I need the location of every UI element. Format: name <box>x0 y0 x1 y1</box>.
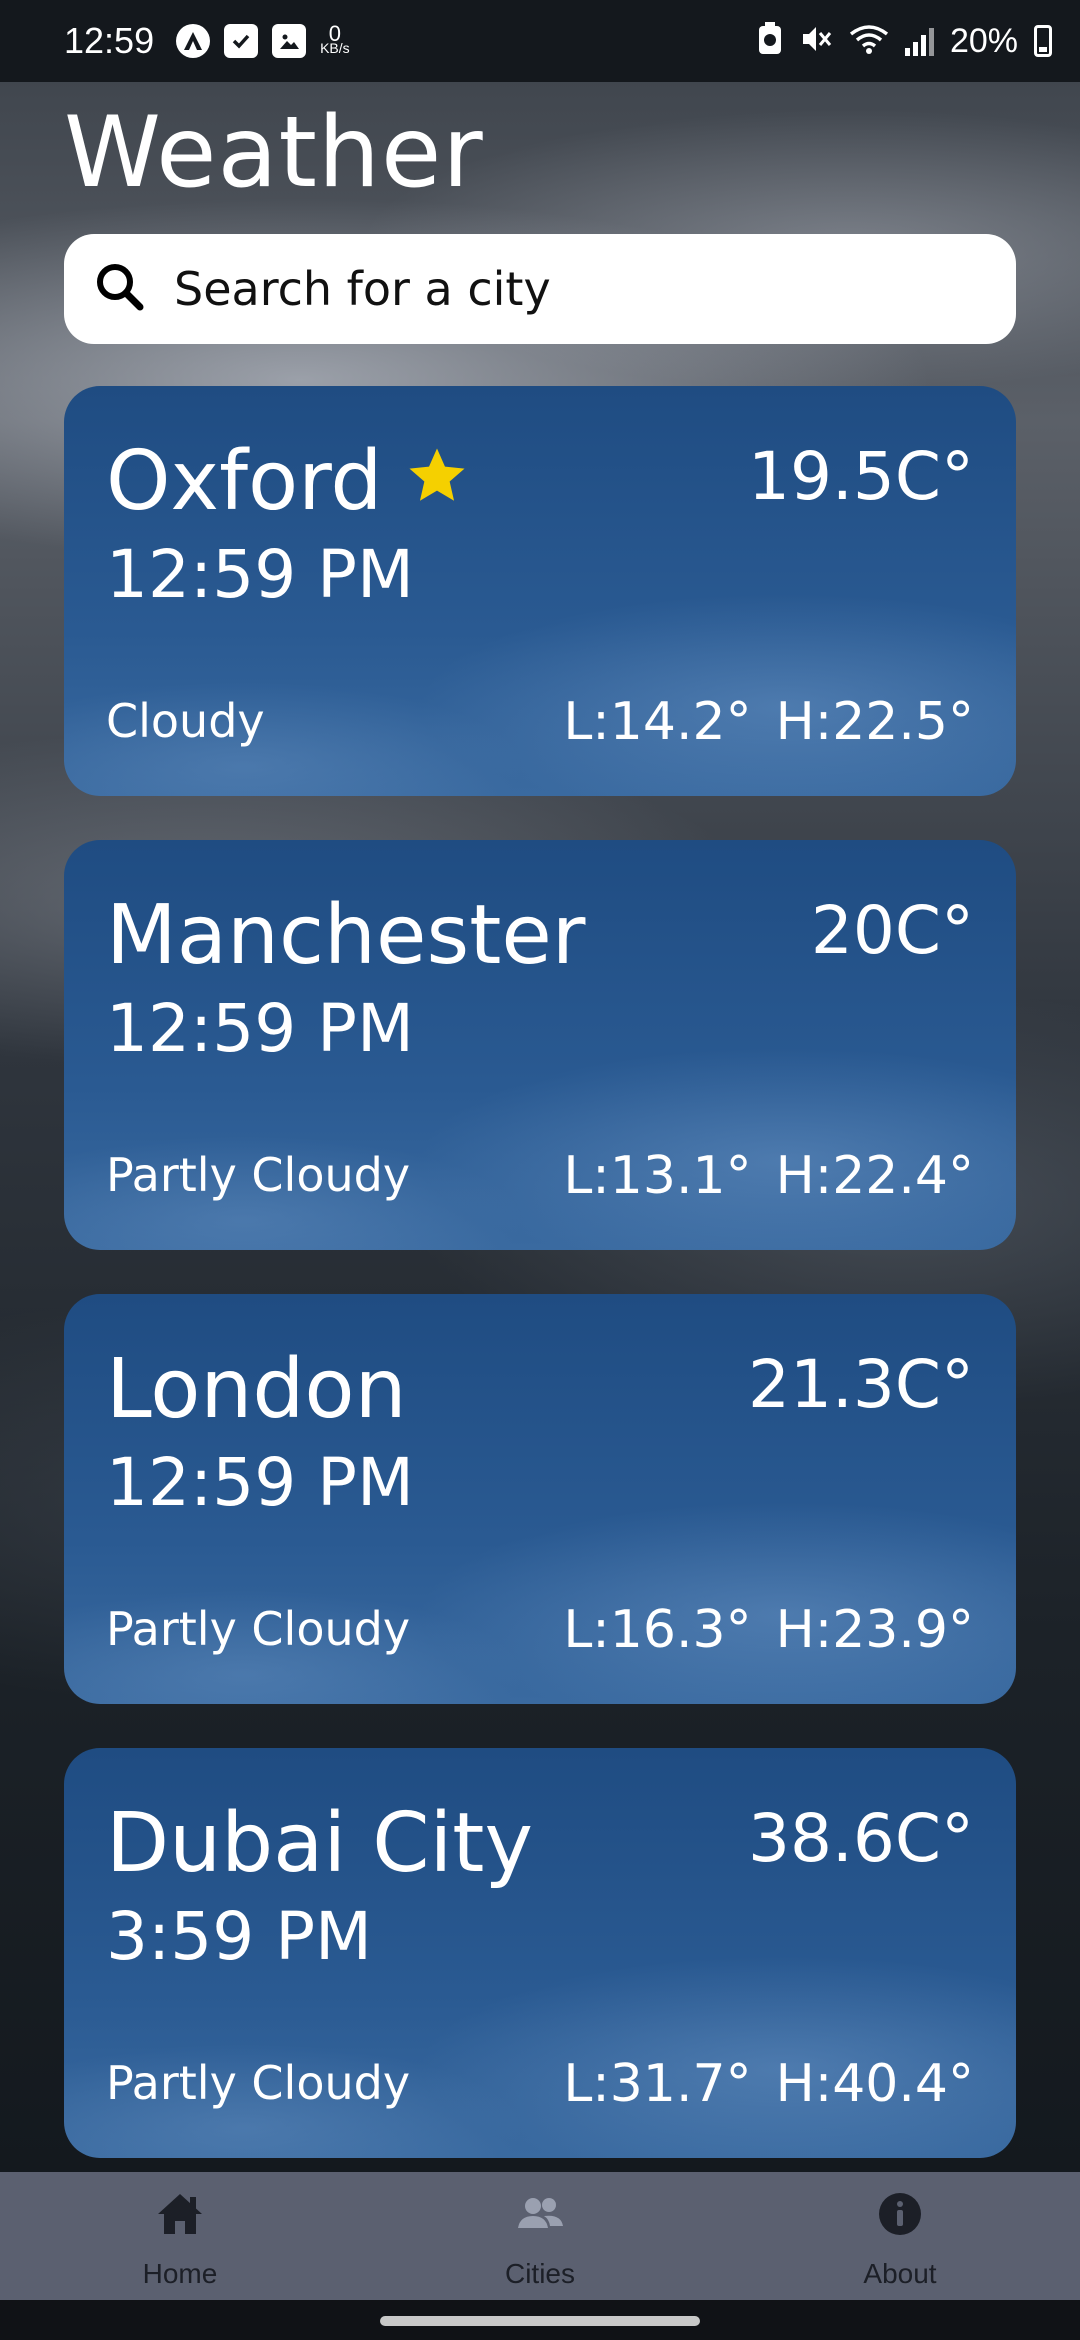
search-input[interactable] <box>174 262 994 316</box>
city-low-temp: L:14.2° <box>563 692 752 752</box>
bottom-navigation: Home Cities About <box>0 2172 1080 2300</box>
city-temperature: 21.3C° <box>747 1346 974 1423</box>
city-card-oxford[interactable]: Oxford 19.5C° 12:59 PM Cloudy L:14.2° H:2… <box>64 386 1016 796</box>
favorite-star-icon[interactable] <box>382 434 470 529</box>
page-title: Weather <box>64 96 484 210</box>
city-low-high: L:14.2° H:22.5° <box>563 692 974 752</box>
city-low-temp: L:16.3° <box>563 1600 752 1660</box>
city-temperature: 19.5C° <box>747 438 974 515</box>
status-time: 12:59 <box>64 20 155 61</box>
city-name-row: Dubai City <box>106 1796 533 1891</box>
city-local-time: 3:59 PM <box>106 1898 372 1975</box>
city-high-temp: H:22.4° <box>775 1146 974 1206</box>
city-low-high: L:31.7° H:40.4° <box>563 2054 974 2114</box>
battery-percentage: 20% <box>949 21 1018 60</box>
status-bar: 12:59 0 KB/s 20% <box>0 0 1080 82</box>
wifi-icon <box>849 22 889 60</box>
nav-item-about[interactable]: About <box>720 2172 1080 2300</box>
nav-label-about: About <box>863 2258 937 2289</box>
city-high-temp: H:23.9° <box>775 1600 974 1660</box>
city-low-temp: L:31.7° <box>563 2054 752 2114</box>
city-high-temp: H:22.5° <box>775 692 974 752</box>
nav-item-home[interactable]: Home <box>0 2172 360 2300</box>
city-card-manchester[interactable]: Manchester 20C° 12:59 PM Partly Cloudy L… <box>64 840 1016 1250</box>
network-speed-indicator: 0 KB/s <box>320 21 350 56</box>
nav-label-cities: Cities <box>504 2258 575 2289</box>
city-temperature: 20C° <box>810 892 974 969</box>
people-icon <box>514 2188 566 2244</box>
cell-signal-icon <box>904 26 934 56</box>
battery-saver-icon <box>757 22 783 60</box>
city-temperature: 38.6C° <box>747 1800 974 1877</box>
app-notification-icon <box>176 24 211 58</box>
status-system-icons: 20% <box>757 22 1052 61</box>
search-bar[interactable] <box>64 234 1016 344</box>
city-name: Manchester <box>106 888 586 983</box>
city-condition: Partly Cloudy <box>106 1148 411 1202</box>
city-card-dubai-city[interactable]: Dubai City 38.6C° 3:59 PM Partly Cloudy … <box>64 1748 1016 2158</box>
gesture-bar <box>0 2300 1080 2340</box>
network-speed-unit: KB/s <box>320 40 350 56</box>
city-local-time: 12:59 PM <box>106 1444 414 1521</box>
city-name: Oxford <box>106 434 383 529</box>
gesture-handle[interactable] <box>380 2316 700 2326</box>
nav-label-home: Home <box>142 2258 218 2289</box>
info-icon <box>874 2188 926 2244</box>
city-name-row: Manchester <box>106 888 586 983</box>
city-name: Dubai City <box>106 1796 533 1891</box>
city-local-time: 12:59 PM <box>106 536 414 613</box>
city-name-row: Oxford <box>106 434 470 529</box>
status-notification-icons: 0 KB/s <box>176 21 350 58</box>
city-card-london[interactable]: London 21.3C° 12:59 PM Partly Cloudy L:1… <box>64 1294 1016 1704</box>
city-high-temp: H:40.4° <box>775 2054 974 2114</box>
city-condition: Partly Cloudy <box>106 2056 411 2110</box>
city-low-high: L:16.3° H:23.9° <box>563 1600 974 1660</box>
network-speed-value: 0 <box>328 21 341 46</box>
search-icon <box>90 257 150 321</box>
city-name: London <box>106 1342 407 1437</box>
nav-item-cities[interactable]: Cities <box>360 2172 720 2300</box>
city-low-high: L:13.1° H:22.4° <box>563 1146 974 1206</box>
battery-icon <box>1034 25 1052 57</box>
city-local-time: 12:59 PM <box>106 990 414 1067</box>
city-low-temp: L:13.1° <box>563 1146 752 1206</box>
city-name-row: London <box>106 1342 407 1437</box>
city-condition: Partly Cloudy <box>106 1602 411 1656</box>
checkbox-notification-icon <box>224 24 259 58</box>
home-icon <box>154 2188 206 2244</box>
gallery-notification-icon <box>272 24 307 58</box>
city-condition: Cloudy <box>106 694 265 748</box>
mute-icon <box>799 22 833 60</box>
screen: 12:59 0 KB/s 20% Weather Search for a ci… <box>0 0 1080 2340</box>
